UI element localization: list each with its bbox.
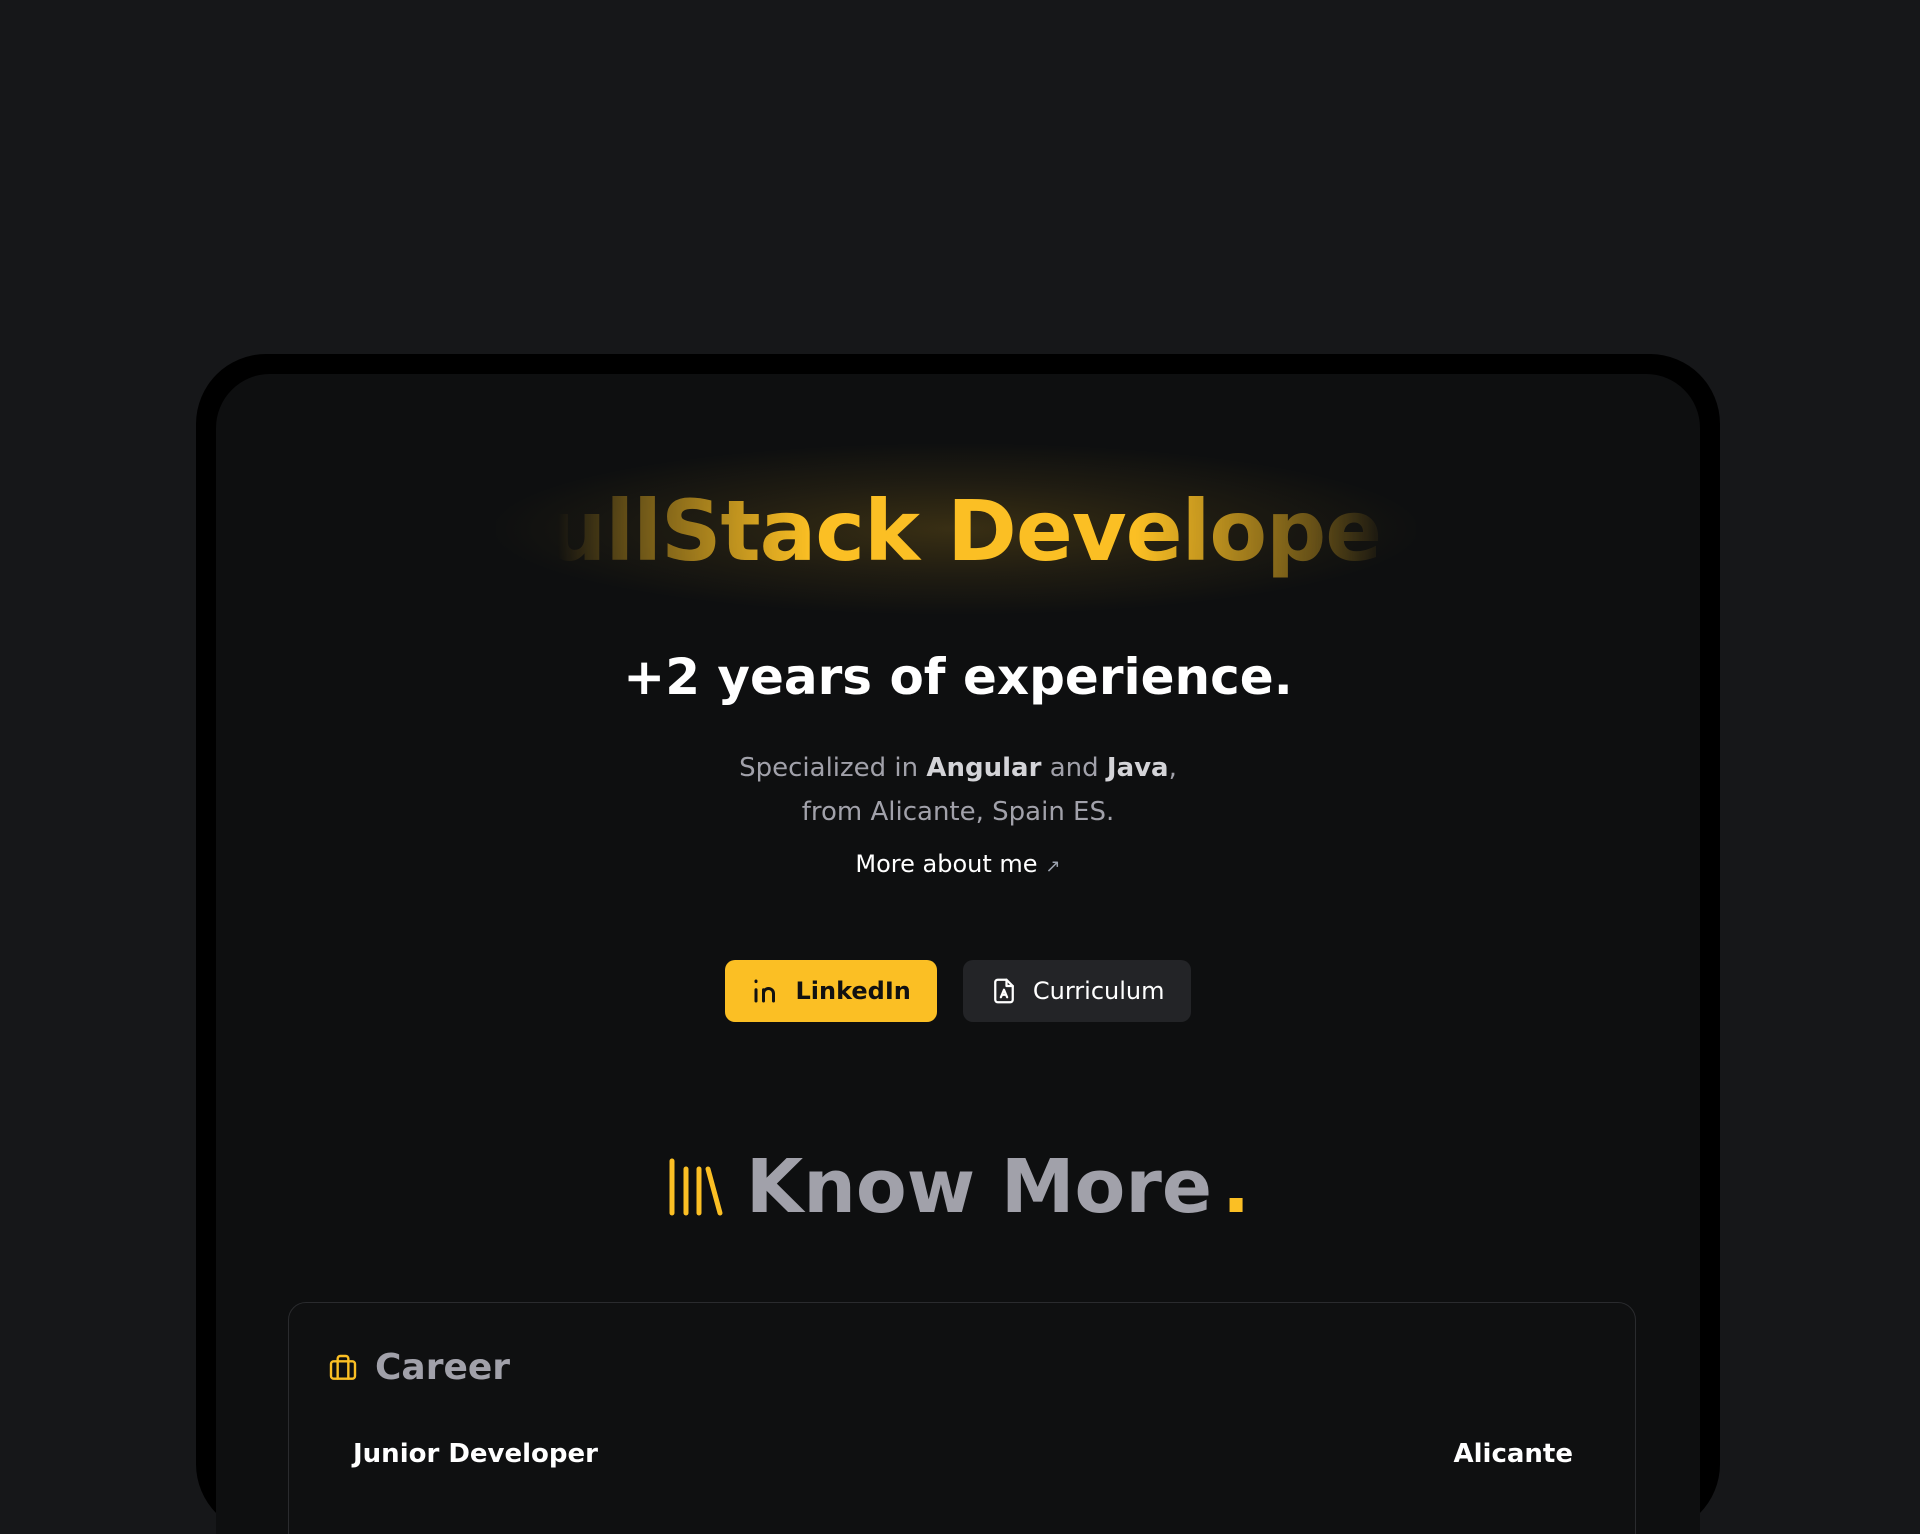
linkedin-button[interactable]: LinkedIn (725, 960, 937, 1022)
device-frame: FullStack Developer +2 years of experien… (196, 354, 1720, 1534)
curriculum-label: Curriculum (1032, 977, 1165, 1005)
books-icon (669, 1158, 723, 1216)
file-document-icon (994, 978, 1014, 1004)
hero-title: FullStack Developer (494, 482, 1422, 580)
job-role: Junior Developer (353, 1439, 598, 1469)
curriculum-button[interactable]: Curriculum (962, 960, 1191, 1022)
more-about-me-link[interactable]: More about me ↗ (216, 846, 1700, 885)
desc-skill-angular: Angular (926, 753, 1042, 783)
briefcase-icon (329, 1354, 357, 1380)
more-about-me-label: More about me (855, 850, 1038, 878)
device-screen: FullStack Developer +2 years of experien… (216, 374, 1700, 1534)
desc-location: from Alicante, Spain ES. (801, 797, 1115, 827)
hero-description: Specialized in Angular and Java, from Al… (216, 746, 1700, 834)
linkedin-icon (754, 979, 776, 1003)
career-heading: Career (327, 1347, 510, 1388)
know-more-title: Know More (745, 1144, 1213, 1230)
career-title: Career (375, 1347, 511, 1388)
linkedin-label: LinkedIn (795, 977, 911, 1005)
know-more-heading: Know More. (216, 1144, 1700, 1230)
job-location: Alicante (1453, 1439, 1573, 1469)
desc-comma: , (1168, 753, 1177, 783)
desc-and: and (1041, 753, 1107, 783)
career-card: Career Junior Developer Alicante (288, 1302, 1636, 1534)
desc-prefix: Specialized in (739, 753, 927, 783)
action-buttons: LinkedIn Curriculum (216, 960, 1700, 1022)
title-dot: . (1222, 1144, 1251, 1230)
desc-skill-java: Java (1106, 753, 1169, 783)
hero-subtitle: +2 years of experience. (623, 648, 1293, 706)
external-arrow-icon: ↗ (1045, 856, 1061, 877)
